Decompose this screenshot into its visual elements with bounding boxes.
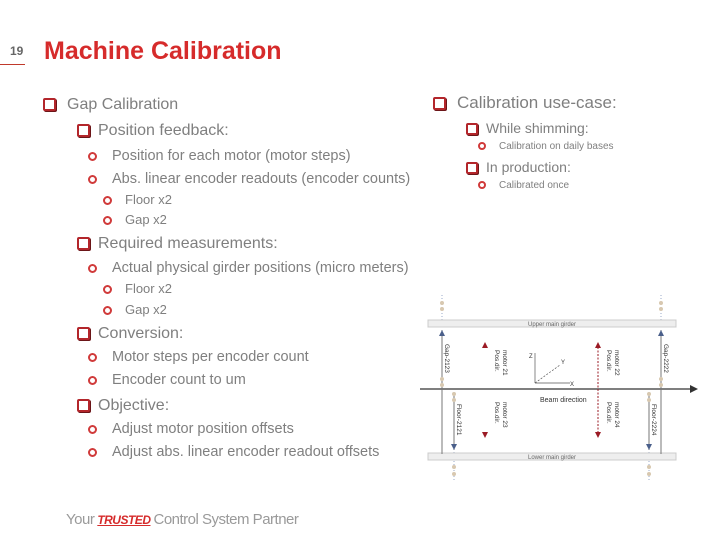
bullet-text: Objective: — [98, 397, 170, 414]
motor23-label: motor 23 — [501, 402, 508, 428]
bullet-shimming: While shimming: — [466, 120, 589, 136]
pos-dir-label: Pos.dir. — [493, 402, 500, 424]
checkbox-bullet-icon — [77, 237, 90, 251]
bullet-item: Adjust motor position offsets — [88, 421, 294, 437]
ring-bullet-icon — [103, 285, 112, 295]
bullet-position-feedback: Position feedback: — [77, 122, 229, 140]
checkbox-bullet-icon — [466, 123, 478, 136]
bullet-text: Encoder count to um — [112, 372, 246, 388]
bullet-usecase: Calibration use-case: — [433, 93, 617, 113]
page-number: 19 — [10, 44, 24, 58]
ring-bullet-icon — [103, 196, 112, 206]
floor-right-label: Floor-2224 — [650, 404, 657, 436]
encoder-arrows — [439, 330, 664, 450]
ring-bullet-icon — [88, 174, 97, 184]
bullet-item: Floor x2 — [103, 192, 172, 207]
axis-y-label: Y — [561, 360, 565, 366]
footer-logo: Your TRUSTED Control System Partner — [66, 511, 299, 528]
bullet-text: Floor x2 — [125, 281, 172, 296]
bullet-item: Adjust abs. linear encoder readout offse… — [88, 444, 379, 460]
gap-right-label: Gap-2222 — [662, 344, 669, 373]
checkbox-bullet-icon — [43, 98, 56, 112]
page-number-underline — [0, 64, 25, 65]
beam-direction-label: Beam direction — [540, 397, 587, 404]
bullet-item: Calibrated once — [478, 180, 569, 191]
bullet-item: Calibration on daily bases — [478, 141, 614, 152]
upper-girder-label: Upper main girder — [528, 322, 576, 328]
footer-brand: TRUSTED — [97, 513, 151, 527]
bullet-text: Calibrated once — [499, 180, 570, 191]
floor-left-label: Floor-2121 — [455, 404, 462, 436]
bullet-text: Actual physical girder positions (micro … — [112, 260, 409, 276]
bullet-item: Gap x2 — [103, 212, 167, 227]
bullet-item: Actual physical girder positions (micro … — [88, 260, 409, 276]
bullet-text: Motor steps per encoder count — [112, 349, 309, 365]
footer-text: Control System Partner — [153, 511, 299, 528]
ring-bullet-icon — [88, 447, 97, 457]
bullet-text: In production: — [486, 159, 571, 175]
bullet-text: Required measurements: — [98, 235, 278, 252]
motor22-label: motor 22 — [613, 350, 620, 376]
pos-dir-label: Pos.dir. — [605, 350, 612, 372]
bullet-gap-calibration: Gap Calibration — [43, 96, 178, 114]
motor24-label: motor 24 — [613, 402, 620, 428]
bullet-item: Position for each motor (motor steps) — [88, 148, 351, 164]
ring-bullet-icon — [88, 424, 97, 434]
checkbox-bullet-icon — [77, 327, 90, 341]
bullet-item: Encoder count to um — [88, 372, 246, 388]
bullet-text: Floor x2 — [125, 192, 172, 207]
axis-x-label: X — [570, 382, 574, 388]
girder-diagram: Upper main girder Lower main girder Beam… — [420, 295, 698, 482]
bullet-text: Conversion: — [98, 325, 184, 342]
bullet-item: Motor steps per encoder count — [88, 349, 309, 365]
ring-bullet-icon — [478, 142, 486, 151]
bullet-text: Gap x2 — [125, 212, 167, 227]
checkbox-bullet-icon — [433, 97, 446, 111]
bullet-text: While shimming: — [486, 120, 589, 136]
axes-icon — [534, 353, 570, 384]
page-title: Machine Calibration — [44, 37, 282, 65]
bullet-objective: Objective: — [77, 397, 169, 415]
bullet-required: Required measurements: — [77, 235, 278, 253]
beam-arrow-icon — [690, 385, 698, 393]
bullet-item: Gap x2 — [103, 302, 167, 317]
checkbox-bullet-icon — [77, 124, 90, 138]
ring-bullet-icon — [88, 352, 97, 362]
ring-bullet-icon — [478, 181, 486, 190]
lower-girder-label: Lower main girder — [528, 455, 576, 461]
ring-bullet-icon — [88, 375, 97, 385]
ring-bullet-icon — [103, 306, 112, 316]
pos-dir-label: Pos.dir. — [493, 350, 500, 372]
motor21-label: motor 21 — [501, 350, 508, 376]
bullet-text: Adjust motor position offsets — [112, 421, 294, 437]
bullet-item: Floor x2 — [103, 281, 172, 296]
ring-bullet-icon — [88, 263, 97, 273]
pos-dir-label: Pos.dir. — [605, 402, 612, 424]
bullet-text: Adjust abs. linear encoder readout offse… — [112, 444, 380, 460]
ring-bullet-icon — [88, 151, 97, 161]
bullet-text: Gap Calibration — [67, 96, 179, 113]
bullet-item: Abs. linear encoder readouts (encoder co… — [88, 171, 410, 187]
axis-z-label: Z — [529, 354, 533, 360]
bullet-production: In production: — [466, 159, 571, 175]
bullet-text: Position feedback: — [98, 122, 229, 139]
bullet-text: Calibration on daily bases — [499, 141, 614, 152]
bullet-text: Abs. linear encoder readouts (encoder co… — [112, 171, 411, 187]
checkbox-bullet-icon — [77, 399, 90, 413]
ring-bullet-icon — [103, 216, 112, 226]
checkbox-bullet-icon — [466, 162, 478, 175]
bullet-text: Gap x2 — [125, 302, 167, 317]
footer-text: Your — [66, 511, 95, 528]
bullet-conversion: Conversion: — [77, 325, 183, 343]
bullet-text: Position for each motor (motor steps) — [112, 148, 351, 164]
bullet-text: Calibration use-case: — [457, 93, 617, 112]
gap-left-label: Gap-2123 — [443, 344, 450, 373]
